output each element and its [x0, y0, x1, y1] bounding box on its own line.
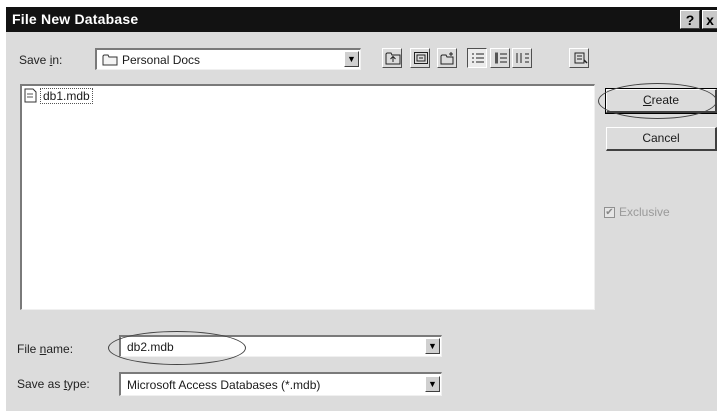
file-new-database-dialog: Save in: Personal Docs ▼ db1.mdb Create … — [6, 32, 717, 411]
window-title: File New Database — [12, 11, 139, 27]
file-name-value: db2.mdb — [127, 340, 174, 354]
search-web-icon — [414, 52, 428, 64]
folder-icon — [102, 54, 118, 66]
save-in-label: Save in: — [19, 53, 63, 67]
create-new-folder-button[interactable] — [437, 48, 457, 68]
search-web-button[interactable] — [410, 48, 430, 68]
title-bar: File New Database ? x — [6, 7, 717, 32]
file-name-dropdown-button[interactable]: ▼ — [425, 338, 440, 354]
save-as-type-dropdown-button[interactable]: ▼ — [425, 376, 440, 392]
save-as-type-value: Microsoft Access Databases (*.mdb) — [127, 378, 321, 392]
list-view-icon — [472, 53, 484, 63]
up-one-level-icon — [385, 52, 401, 65]
exclusive-label: Exclusive — [619, 205, 670, 219]
cancel-button[interactable]: Cancel — [606, 127, 717, 151]
file-name-label: File name: — [17, 342, 74, 356]
properties-view-button[interactable] — [512, 48, 532, 68]
save-in-combo[interactable]: Personal Docs ▼ — [95, 48, 361, 70]
help-button[interactable]: ? — [680, 10, 700, 29]
details-view-button[interactable] — [490, 48, 510, 68]
close-button[interactable]: x — [702, 10, 717, 29]
commands-settings-icon — [574, 52, 588, 64]
save-in-value: Personal Docs — [122, 53, 201, 67]
save-in-dropdown-button[interactable]: ▼ — [344, 51, 359, 67]
file-name-input[interactable]: db2.mdb ▼ — [119, 335, 442, 357]
file-list[interactable]: db1.mdb — [20, 84, 595, 310]
list-view-button[interactable] — [467, 48, 487, 68]
save-as-type-label: Save as type: — [17, 377, 90, 391]
database-file-icon — [24, 88, 37, 103]
up-one-level-button[interactable] — [382, 48, 402, 68]
properties-view-icon — [516, 53, 529, 63]
create-button[interactable]: Create — [605, 88, 717, 114]
details-view-icon — [495, 52, 507, 64]
file-name: db1.mdb — [40, 88, 93, 104]
exclusive-checkbox[interactable]: ✔ — [604, 207, 615, 218]
commands-settings-button[interactable] — [569, 48, 589, 68]
save-as-type-combo[interactable]: Microsoft Access Databases (*.mdb) ▼ — [119, 372, 442, 396]
create-new-folder-icon — [440, 52, 454, 65]
